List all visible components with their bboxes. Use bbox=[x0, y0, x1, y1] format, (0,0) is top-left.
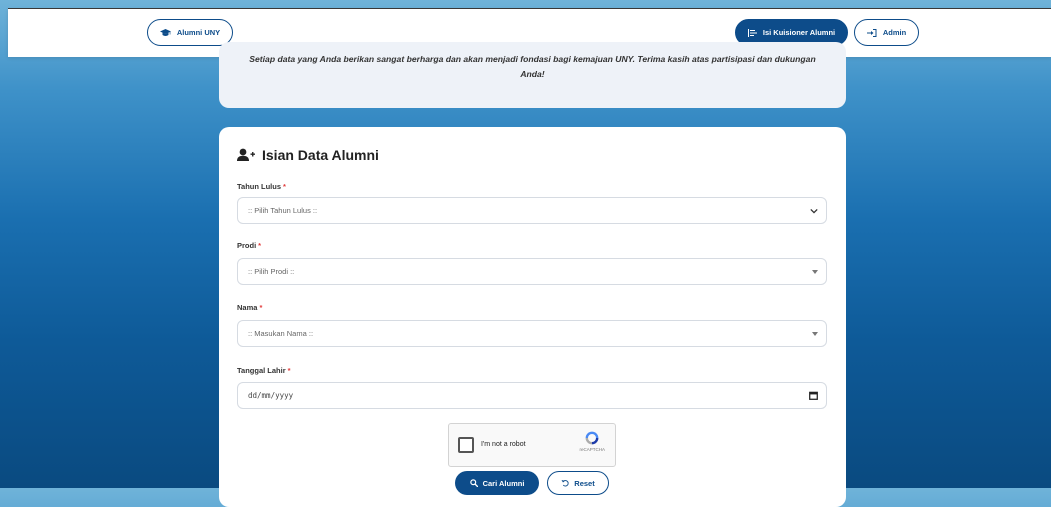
recaptcha-text: I'm not a robot bbox=[481, 441, 526, 448]
intro-text: Setiap data yang Anda berikan sangat ber… bbox=[249, 54, 816, 79]
search-icon bbox=[469, 479, 478, 487]
recaptcha-icon bbox=[585, 431, 599, 445]
form-title: Isian Data Alumni bbox=[237, 147, 379, 163]
required-mark: * bbox=[258, 241, 262, 250]
cari-alumni-button[interactable]: Cari Alumni bbox=[455, 471, 539, 495]
caret-down-icon bbox=[812, 259, 818, 284]
tanggal-lahir-label-text: Tanggal Lahir bbox=[237, 366, 286, 375]
recaptcha-logo: reCAPTCHA bbox=[579, 430, 605, 452]
list-icon bbox=[747, 28, 757, 37]
user-plus-icon bbox=[237, 148, 255, 161]
nama-label: Nama * bbox=[237, 303, 262, 312]
reset-label: Reset bbox=[574, 478, 595, 488]
tahun-lulus-label: Tahun Lulus * bbox=[237, 182, 286, 191]
page: Alumni UNY Isi Kuisioner Alumni Admin Se… bbox=[0, 0, 1051, 507]
isi-kuisioner-label: Isi Kuisioner Alumni bbox=[762, 28, 836, 37]
graduation-cap-icon bbox=[159, 28, 171, 36]
prodi-select[interactable]: :: Pilih Prodi :: bbox=[237, 258, 827, 285]
form-card: Isian Data Alumni Tahun Lulus * :: Pilih … bbox=[219, 127, 846, 507]
undo-icon bbox=[561, 480, 569, 487]
prodi-label-text: Prodi bbox=[237, 241, 257, 250]
chevron-down-icon bbox=[810, 198, 818, 223]
nama-select[interactable]: :: Masukan Nama :: bbox=[237, 320, 827, 347]
sign-in-icon bbox=[866, 28, 877, 37]
alumni-uny-button[interactable]: Alumni UNY bbox=[147, 19, 233, 46]
cari-alumni-label: Cari Alumni bbox=[482, 478, 525, 488]
nama-label-text: Nama bbox=[237, 303, 258, 312]
required-mark: * bbox=[259, 303, 263, 312]
tanggal-lahir-label: Tanggal Lahir * bbox=[237, 366, 291, 375]
recaptcha-widget: I'm not a robot reCAPTCHA bbox=[448, 423, 616, 467]
tanggal-lahir-placeholder: dd/mm/yyyy bbox=[248, 391, 294, 400]
prodi-value: :: Pilih Prodi :: bbox=[248, 267, 295, 276]
tahun-lulus-label-text: Tahun Lulus bbox=[237, 182, 282, 191]
nama-value: :: Masukan Nama :: bbox=[248, 329, 314, 338]
caret-down-icon bbox=[812, 321, 818, 346]
intro-card: Setiap data yang Anda berikan sangat ber… bbox=[219, 42, 846, 108]
calendar-icon[interactable] bbox=[809, 383, 818, 408]
prodi-label: Prodi * bbox=[237, 241, 261, 250]
admin-label: Admin bbox=[882, 28, 907, 37]
required-mark: * bbox=[287, 366, 291, 375]
tanggal-lahir-input[interactable]: dd/mm/yyyy bbox=[237, 382, 827, 409]
alumni-uny-label: Alumni UNY bbox=[176, 28, 221, 37]
required-mark: * bbox=[283, 182, 286, 191]
tahun-lulus-select[interactable]: :: Pilih Tahun Lulus :: bbox=[237, 197, 827, 224]
form-title-text: Isian Data Alumni bbox=[262, 147, 379, 163]
tahun-lulus-value: :: Pilih Tahun Lulus :: bbox=[248, 206, 318, 215]
recaptcha-brand: reCAPTCHA bbox=[579, 447, 605, 452]
reset-button[interactable]: Reset bbox=[547, 471, 609, 495]
recaptcha-checkbox[interactable] bbox=[458, 437, 474, 453]
admin-button[interactable]: Admin bbox=[854, 19, 919, 46]
